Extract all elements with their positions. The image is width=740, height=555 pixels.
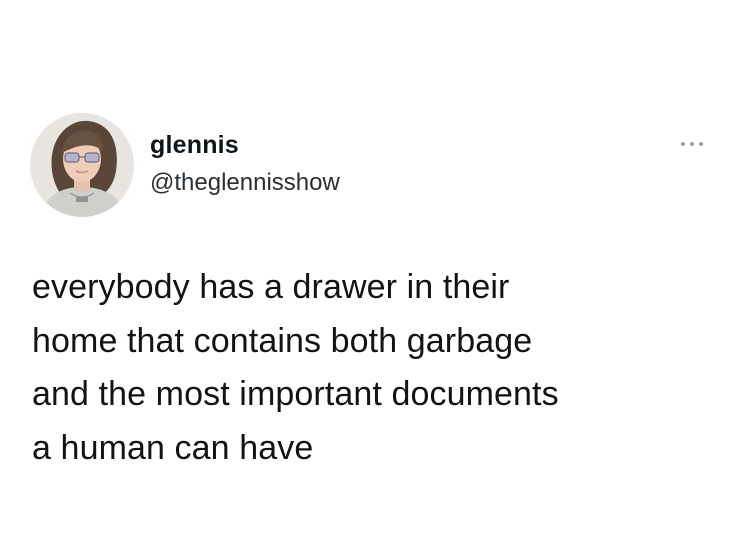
tweet-card: glennis @theglennisshow everybody has a … xyxy=(0,0,740,555)
profile-photo-icon xyxy=(30,113,134,217)
avatar[interactable] xyxy=(30,113,134,217)
tweet-text-line: and the most important documents xyxy=(32,375,559,413)
user-handle[interactable]: @theglennisshow xyxy=(150,168,340,198)
tweet-text: everybody has a drawer in their home tha… xyxy=(32,261,722,475)
tweet-text-line: home that contains both garbage xyxy=(32,321,533,360)
dot xyxy=(690,142,694,146)
more-options-icon[interactable] xyxy=(678,136,708,152)
display-name[interactable]: glennis xyxy=(150,130,239,160)
dot xyxy=(681,142,685,146)
tweet-text-line: everybody has a drawer in their xyxy=(32,268,510,306)
dot xyxy=(699,142,703,146)
tweet-text-line: a human can have xyxy=(32,428,314,467)
